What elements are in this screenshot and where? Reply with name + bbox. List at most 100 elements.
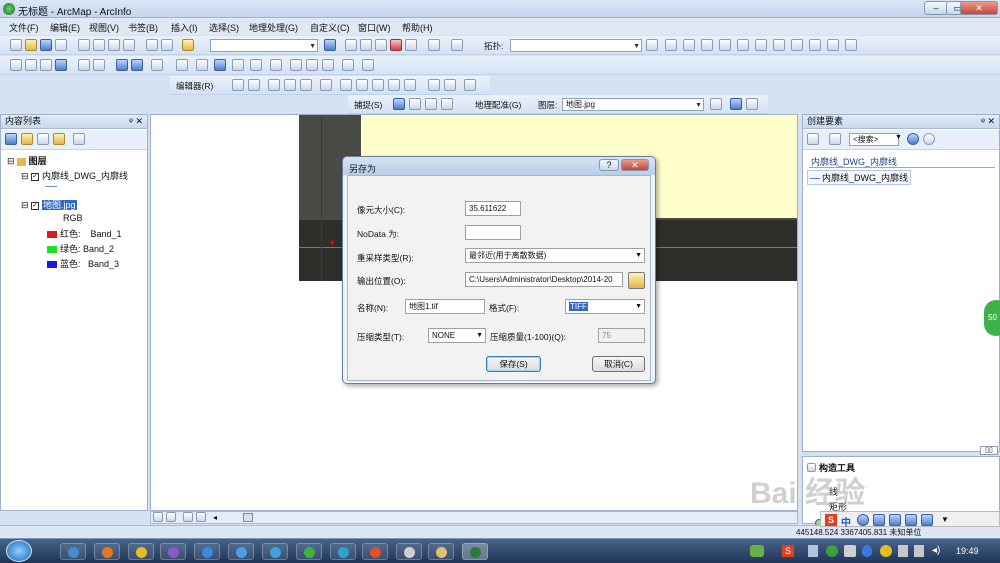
refresh-icon[interactable] xyxy=(183,512,193,522)
close-icon[interactable]: ✕ xyxy=(135,115,143,128)
topology-combo[interactable]: ▼ xyxy=(510,39,642,52)
redo-icon[interactable] xyxy=(161,39,173,51)
add-data-icon[interactable] xyxy=(182,39,194,51)
fixed-zoom-out-icon[interactable] xyxy=(93,59,105,71)
route-icon[interactable] xyxy=(306,59,318,71)
layer-combo[interactable]: 地图.jpg ▼ xyxy=(562,98,704,111)
topology-tool-10-icon[interactable] xyxy=(809,39,821,51)
paste-icon[interactable] xyxy=(108,39,120,51)
punctuation-icon[interactable] xyxy=(857,514,869,526)
tray-icon-4[interactable] xyxy=(826,545,838,557)
taskbar-app-media[interactable] xyxy=(94,543,120,560)
sketch-properties-icon[interactable] xyxy=(444,79,456,91)
panel-splitter-handle[interactable]: ▯▯ xyxy=(980,446,998,455)
pin-icon[interactable]: ᵠ xyxy=(129,115,133,128)
skin-icon[interactable] xyxy=(889,514,901,526)
toc-options-icon[interactable] xyxy=(73,133,85,145)
tray-icon-9[interactable] xyxy=(914,545,924,557)
topology-tool-7-icon[interactable] xyxy=(755,39,767,51)
edit-annotation-icon[interactable] xyxy=(248,79,260,91)
search-window-icon[interactable] xyxy=(375,39,387,51)
vertex-snap-icon[interactable] xyxy=(425,98,437,110)
organize-templates-icon[interactable] xyxy=(807,133,819,145)
menu-help[interactable]: 帮助(H) xyxy=(402,21,433,34)
taskbar-app-visual-studio[interactable] xyxy=(160,543,186,560)
topology-tool-6-icon[interactable] xyxy=(737,39,749,51)
tray-bluetooth-icon[interactable] xyxy=(862,545,872,557)
list-by-source-icon[interactable] xyxy=(21,133,33,145)
reshape-icon[interactable] xyxy=(356,79,368,91)
topology-tool-1-icon[interactable] xyxy=(646,39,658,51)
dialog-close-button[interactable]: ✕ xyxy=(621,159,649,171)
straight-segment-icon[interactable] xyxy=(268,79,280,91)
zoom-in-icon[interactable] xyxy=(10,59,22,71)
clear-selection-icon[interactable] xyxy=(176,59,188,71)
taskbar-app-7[interactable] xyxy=(262,543,288,560)
volume-icon[interactable]: ◂) xyxy=(932,545,940,556)
endpoint-arc-icon[interactable] xyxy=(284,79,296,91)
save-icon[interactable] xyxy=(40,39,52,51)
attributes-icon[interactable] xyxy=(428,79,440,91)
open-icon[interactable] xyxy=(25,39,37,51)
full-extent-icon[interactable] xyxy=(55,59,67,71)
topology-tool-2-icon[interactable] xyxy=(665,39,677,51)
tray-shield-icon[interactable] xyxy=(844,545,856,557)
model-builder-icon[interactable] xyxy=(428,39,440,51)
zoom-out-icon[interactable] xyxy=(25,59,37,71)
menu-window[interactable]: 窗口(W) xyxy=(358,21,391,34)
taskbar-app-explorer[interactable] xyxy=(60,543,86,560)
identify-icon[interactable] xyxy=(214,59,226,71)
trace-icon[interactable] xyxy=(300,79,312,91)
georeferencing-menu[interactable]: 地理配准(G) xyxy=(475,99,521,111)
topology-tool-9-icon[interactable] xyxy=(791,39,803,51)
layer-checkbox[interactable]: ✓ xyxy=(31,172,40,181)
snapping-menu[interactable]: 捕捉(S) xyxy=(354,99,382,111)
save-button[interactable]: 保存(S) xyxy=(486,356,541,372)
menu-edit[interactable]: 编辑(E) xyxy=(50,21,80,34)
name-input[interactable]: 地图1.tif xyxy=(405,299,485,314)
goto-xy-icon[interactable] xyxy=(322,59,334,71)
copy-icon[interactable] xyxy=(93,39,105,51)
list-by-visibility-icon[interactable] xyxy=(37,133,49,145)
layer-checkbox[interactable]: ✓ xyxy=(31,201,40,210)
minimize-button[interactable]: – xyxy=(924,1,948,15)
topology-tool-5-icon[interactable] xyxy=(719,39,731,51)
tray-sogou-icon[interactable]: S xyxy=(782,545,794,557)
template-item[interactable]: 内廓线_DWG_内廓线 xyxy=(807,170,912,185)
chevron-down-icon[interactable]: ▼ xyxy=(895,134,902,141)
undo-icon[interactable] xyxy=(146,39,158,51)
add-control-points-icon[interactable] xyxy=(730,98,742,110)
find-icon[interactable] xyxy=(290,59,302,71)
split-icon[interactable] xyxy=(388,79,400,91)
point-snap-icon[interactable] xyxy=(393,98,405,110)
time-slider-icon[interactable] xyxy=(342,59,354,71)
settings-icon[interactable] xyxy=(905,514,917,526)
close-button[interactable]: ✕ xyxy=(960,1,998,15)
topology-tool-3-icon[interactable] xyxy=(683,39,695,51)
point-icon[interactable] xyxy=(320,79,332,91)
horizontal-scrollbar-thumb[interactable] xyxy=(243,513,253,522)
taskbar-app-9[interactable] xyxy=(330,543,356,560)
toc-layer-dwg[interactable]: ⊟ ✓ 内廓线_DWG_内廓线 xyxy=(21,169,128,182)
scale-combo[interactable]: ▼ xyxy=(210,39,318,52)
topology-tool-11-icon[interactable] xyxy=(827,39,839,51)
nodata-input[interactable] xyxy=(465,225,521,240)
format-select[interactable]: TIFF ▼ xyxy=(565,299,645,314)
link-table-icon[interactable] xyxy=(746,98,758,110)
rotate-icon[interactable] xyxy=(404,79,416,91)
taskbar-app-10[interactable] xyxy=(362,543,388,560)
search-icon[interactable] xyxy=(907,133,919,145)
side-badge[interactable]: 50 xyxy=(984,300,1000,336)
clock[interactable]: 19:49 xyxy=(956,546,979,556)
help-button[interactable]: ? xyxy=(599,159,619,171)
list-by-selection-icon[interactable] xyxy=(53,133,65,145)
forward-icon[interactable] xyxy=(131,59,143,71)
select-elements-icon[interactable] xyxy=(196,59,208,71)
topology-tool-4-icon[interactable] xyxy=(701,39,713,51)
topology-tool-12-icon[interactable] xyxy=(845,39,857,51)
toc-layer-raster[interactable]: ⊟ ✓ 地图.jpg xyxy=(21,198,77,211)
hyperlink-icon[interactable] xyxy=(232,59,244,71)
tray-network-icon[interactable] xyxy=(750,545,764,557)
whats-this-icon[interactable] xyxy=(451,39,463,51)
clear-search-icon[interactable] xyxy=(923,133,935,145)
